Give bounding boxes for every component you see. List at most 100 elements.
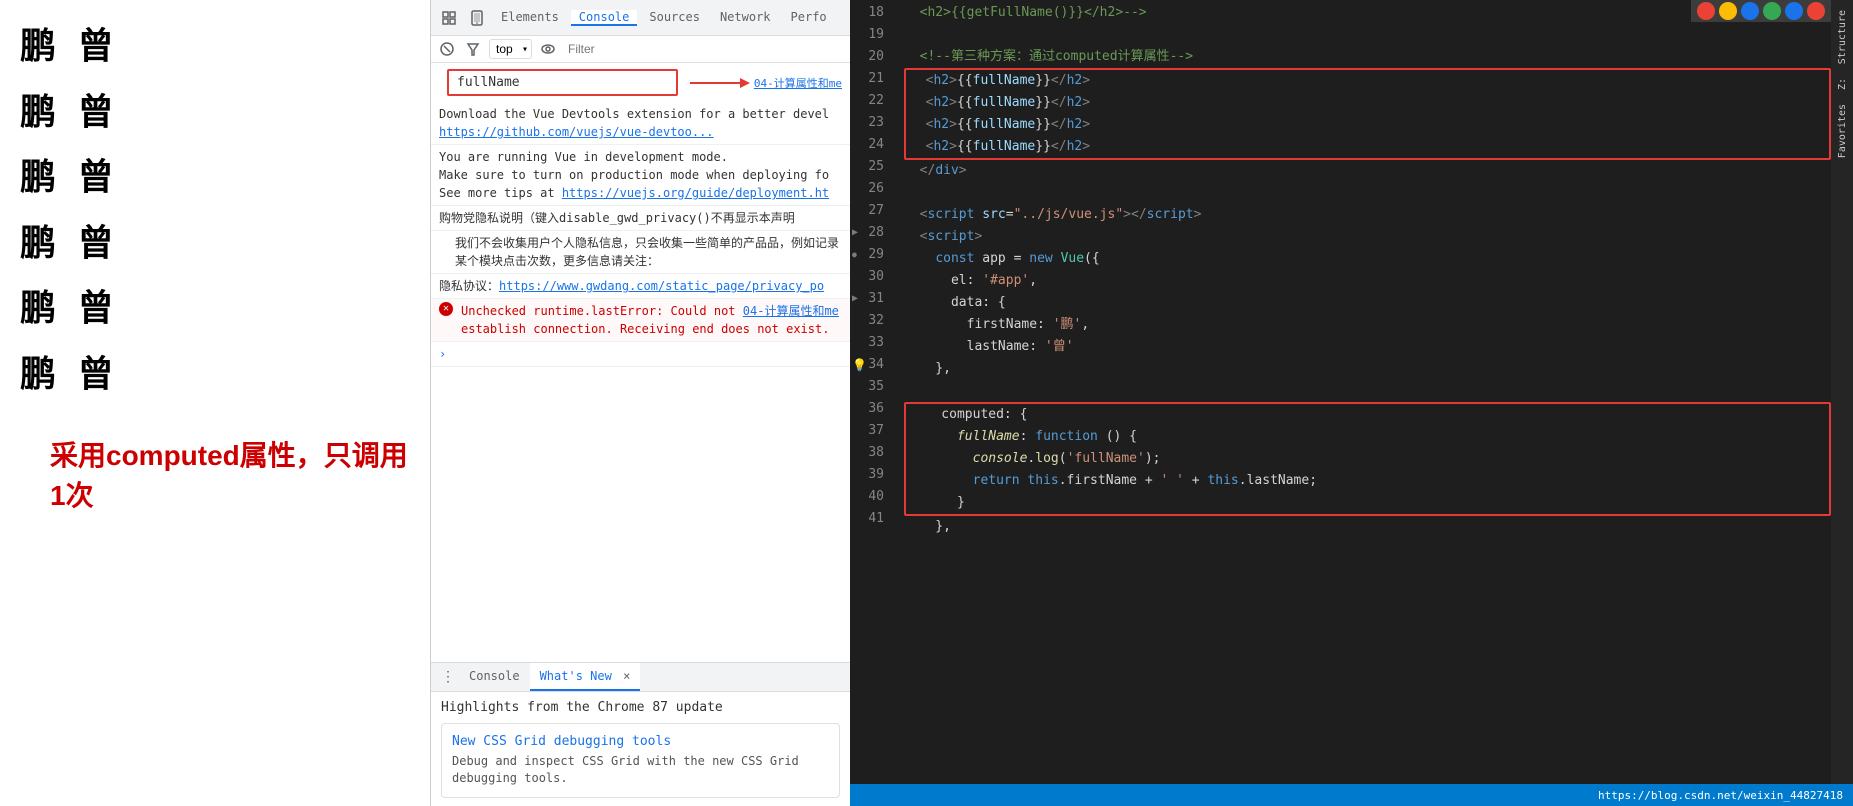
name-6: 鹏 曾 [20,346,410,404]
code-line-26 [900,182,1831,204]
arrow-head [740,78,750,88]
filter-input[interactable] [564,40,844,58]
line-numbers: 18 19 20 21 22 23 24 25 26 27 ▶28 ●29 30… [850,0,900,784]
linenum-22: 22 [850,90,892,112]
code-content: 18 19 20 21 22 23 24 25 26 27 ▶28 ●29 30… [850,0,1853,784]
error-icon: ✕ [439,302,453,316]
code-line-37: fullName: function () { [906,426,1829,448]
sidebar-z[interactable]: Z: [1835,72,1850,96]
right-sidebar: Structure Z: Favorites [1831,0,1853,784]
code-line-19 [900,24,1831,46]
sidebar-favorites[interactable]: Favorites [1835,98,1850,164]
privacy-link[interactable]: https://www.gwdang.com/static_page/priva… [499,279,824,293]
chrome-icon-1 [1697,2,1715,20]
fullname-box: fullName [447,69,678,96]
status-bar: https://blog.csdn.net/weixin_44827418 [850,784,1853,806]
eye-icon[interactable] [538,39,558,59]
inspect-icon[interactable] [437,6,461,30]
code-line-27: <script src="../js/vue.js"></script> [900,204,1831,226]
code-line-20: <!--第三种方案：通过computed计算属性--> [900,46,1831,68]
code-line-28: <script> [900,226,1831,248]
tab-sources[interactable]: Sources [641,10,708,26]
linenum-37: 37 [850,420,892,442]
tab-console-bottom[interactable]: Console [459,663,530,691]
code-line-33: lastName: '曾' [900,336,1831,358]
linenum-39: 39 [850,464,892,486]
sidebar-structure[interactable]: Structure [1835,4,1850,70]
whats-new-card-title[interactable]: New CSS Grid debugging tools [452,734,829,749]
arrow-line [690,82,740,84]
tab-console[interactable]: Console [571,10,638,26]
tab-whats-new[interactable]: What's New × [530,663,641,691]
code-line-22: <h2>{{fullName}}</h2> [906,92,1829,114]
code-line-39: return this.firstName + ' ' + this.lastN… [906,470,1829,492]
linenum-28: ▶28 [850,222,892,244]
close-whats-new-icon[interactable]: × [623,669,630,683]
code-line-24: <h2>{{fullName}}</h2> [906,136,1829,158]
linenum-21: 21 [850,68,892,90]
linenum-32: 32 [850,310,892,332]
context-selector-wrap: top [489,39,532,59]
whats-new-highlight: Highlights from the Chrome 87 update [441,700,840,715]
name-5: 鹏 曾 [20,280,410,338]
console-toolbar: top [431,36,850,63]
linenum-19: 19 [850,24,892,46]
linenum-29: ●29 [850,244,892,266]
code-line-40: } [906,492,1829,514]
three-dots-icon[interactable]: ⋮ [437,665,459,689]
linenum-40: 40 [850,486,892,508]
error-source-link[interactable]: 04-计算属性和me [743,304,839,318]
tab-elements[interactable]: Elements [493,10,567,26]
annotation-text: 采用computed属性，只调用1次 [50,434,410,514]
whats-new-content: Highlights from the Chrome 87 update New… [431,692,850,806]
linenum-31: ▶31 [850,288,892,310]
console-expand-row[interactable]: › [431,342,850,367]
linenum-30: 30 [850,266,892,288]
linenum-36: 36 [850,398,892,420]
console-filter-icon[interactable] [463,39,483,59]
devtools-panel: Elements Console Sources Network Perfo [430,0,850,806]
device-icon[interactable] [465,6,489,30]
context-selector[interactable]: top [489,39,532,59]
console-messages: Download the Vue Devtools extension for … [431,102,850,662]
chrome-icon-3 [1741,2,1759,20]
chrome-icon-2 [1719,2,1737,20]
red-box-html: <h2>{{fullName}}</h2> <h2>{{fullName}}</… [904,68,1831,160]
devtools-link[interactable]: https://github.com/vuejs/vue-devtoo... [439,125,714,139]
tab-performance[interactable]: Perfo [783,10,835,26]
whats-new-card-desc: Debug and inspect CSS Grid with the new … [452,753,829,787]
name-1: 鹏 曾 [20,18,410,76]
devtools-bottom: ⋮ Console What's New × Highlights from t… [431,662,850,806]
tab-network[interactable]: Network [712,10,779,26]
code-line-38: console.log('fullName'); [906,448,1829,470]
code-panel: 18 19 20 21 22 23 24 25 26 27 ▶28 ●29 30… [850,0,1853,806]
linenum-23: 23 [850,112,892,134]
code-line-31: data: { [900,292,1831,314]
deployment-link[interactable]: https://vuejs.org/guide/deployment.ht [562,186,829,200]
linenum-34: 💡34 [850,354,892,376]
code-line-25: </div> [900,160,1831,182]
linenum-18: 18 [850,2,892,24]
console-clear-icon[interactable] [437,39,457,59]
devtools-topbar: Elements Console Sources Network Perfo [431,0,850,36]
webpage-content: 鹏 曾 鹏 曾 鹏 曾 鹏 曾 鹏 曾 鹏 曾 采用computed属性，只调用… [0,0,430,806]
code-line-34: }, [900,358,1831,380]
linenum-26: 26 [850,178,892,200]
linenum-35: 35 [850,376,892,398]
name-4: 鹏 曾 [20,215,410,273]
chrome-icons-bar [1691,0,1831,22]
linenum-24: 24 [850,134,892,156]
code-line-32: firstName: '鹏', [900,314,1831,336]
fullname-value: fullName [457,75,520,90]
arrow-indicator [690,78,750,88]
code-line-35 [900,380,1831,402]
name-2: 鹏 曾 [20,84,410,142]
linenum-20: 20 [850,46,892,68]
linenum-38: 38 [850,442,892,464]
linenum-41: 41 [850,508,892,530]
whats-new-card: New CSS Grid debugging tools Debug and i… [441,723,840,798]
code-line-41: }, [900,516,1831,538]
source-link-fullname[interactable]: 04-计算属性和me [754,75,842,91]
webpage-panel: 鹏 曾 鹏 曾 鹏 曾 鹏 曾 鹏 曾 鹏 曾 采用computed属性，只调用… [0,0,430,806]
console-msg-2: You are running Vue in development mode.… [431,145,850,206]
